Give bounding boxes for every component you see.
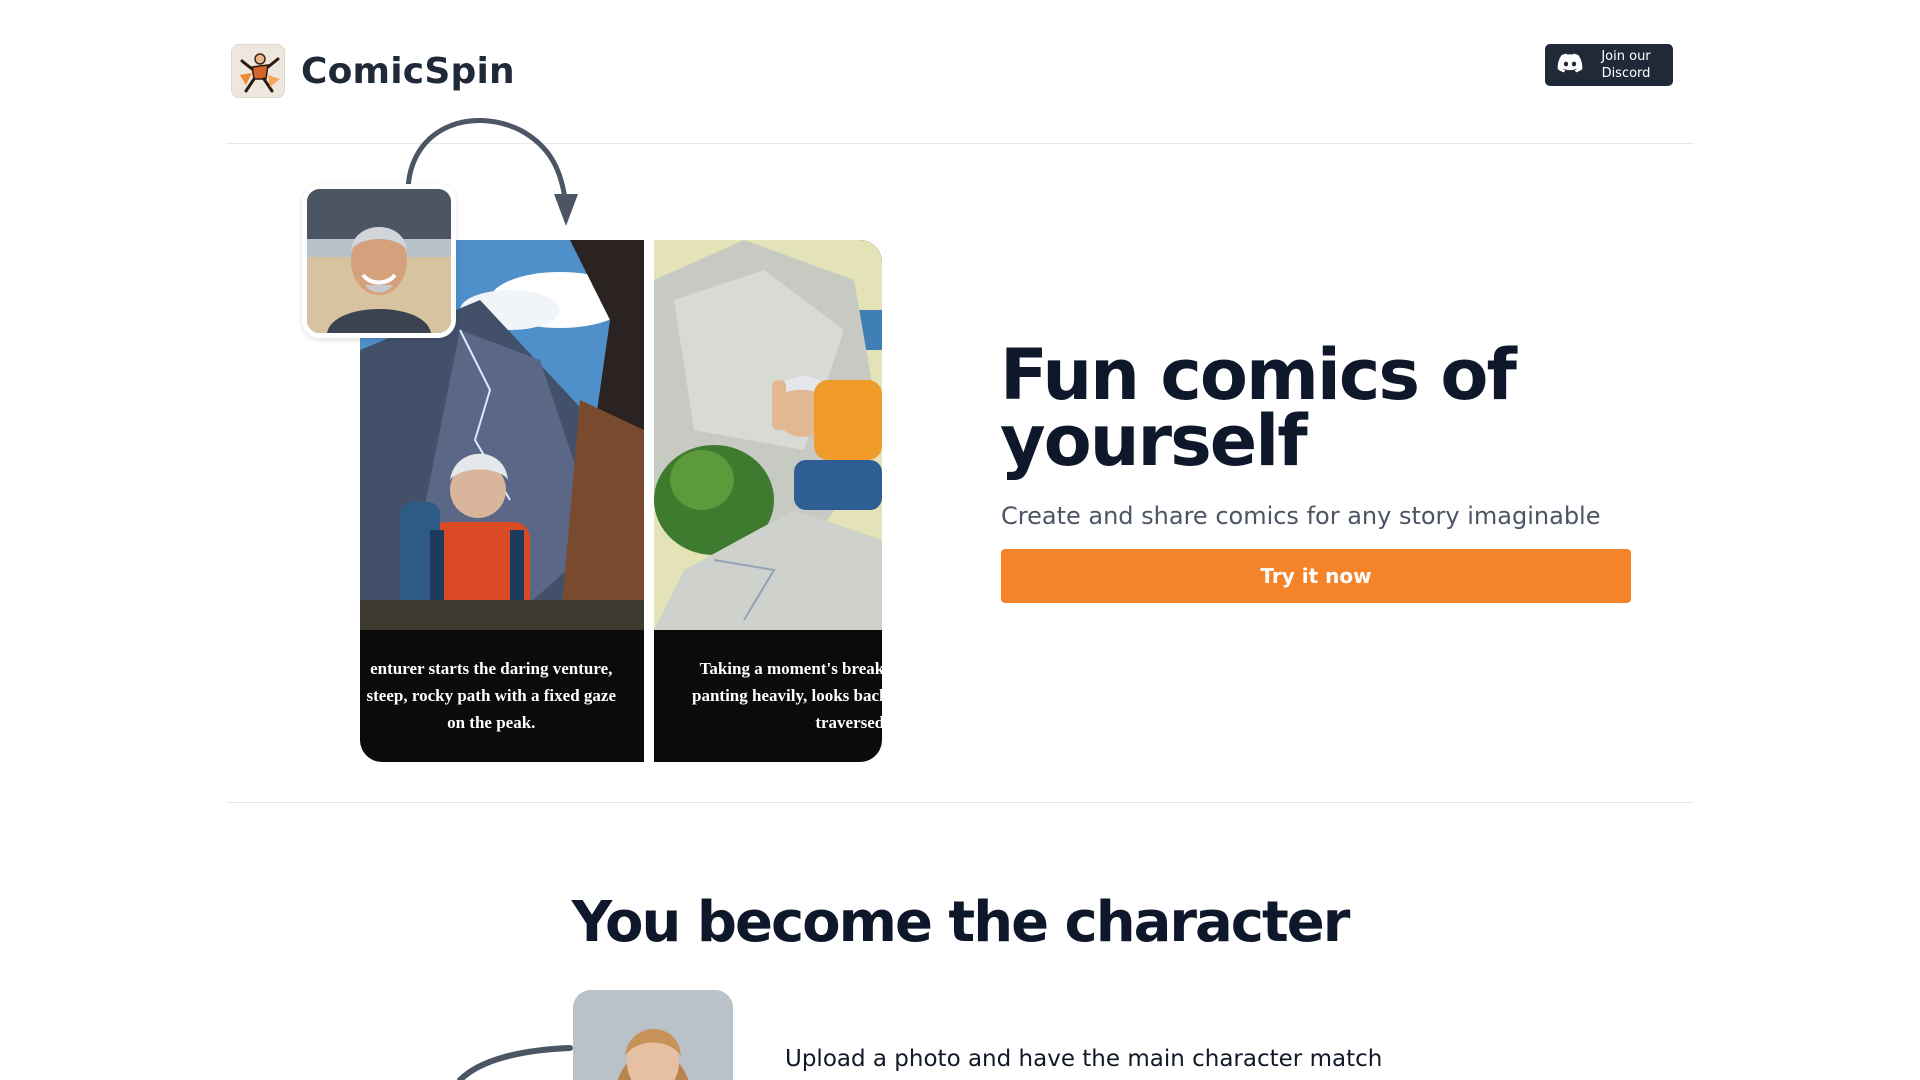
hero-title: Fun comics of yourself xyxy=(1000,340,1520,476)
panel-2-caption: Taking a moment's break, panting heavily… xyxy=(654,628,882,762)
hero-title-line2: yourself xyxy=(1000,400,1308,482)
panel-1-caption: enturer starts the daring venture, steep… xyxy=(360,628,644,762)
panel-2-caption-line2: panting heavily, looks back xyxy=(692,685,882,705)
brand[interactable]: ComicSpin xyxy=(231,44,515,98)
hero-comic-illustration: enturer starts the daring venture, steep… xyxy=(300,108,900,768)
sample-face-photo xyxy=(573,990,733,1080)
comic-resting-scene-image xyxy=(654,240,882,630)
curved-arrow-icon-2 xyxy=(457,1045,573,1080)
comic-hero-logo[interactable] xyxy=(231,44,285,98)
try-it-now-button[interactable]: Try it now xyxy=(1001,549,1631,603)
discord-icon xyxy=(1557,53,1583,77)
panel-1-caption-line3: on the peak. xyxy=(447,712,536,732)
panel-1-caption-line2: steep, rocky path with a fixed gaze xyxy=(366,685,616,705)
brand-name: ComicSpin xyxy=(301,50,515,92)
discord-label-line1: Join our xyxy=(1601,49,1651,64)
join-discord-button[interactable]: Join our Discord xyxy=(1545,44,1673,86)
hero-divider xyxy=(226,802,1694,803)
user-photo-thumbnail xyxy=(302,184,456,338)
discord-label-line2: Discord xyxy=(1601,66,1651,81)
comic-panel-2: Taking a moment's break, panting heavily… xyxy=(654,240,882,762)
section-title: You become the character xyxy=(571,890,1351,955)
panel-1-caption-line1: enturer starts the daring venture, xyxy=(370,658,613,678)
section-description: Upload a photo and have the main charact… xyxy=(785,1046,1383,1072)
discord-button-label: Join our Discord xyxy=(1593,48,1659,82)
panel-2-caption-line1: Taking a moment's break, xyxy=(699,658,882,678)
panel-2-caption-line3: traversed. xyxy=(815,712,882,732)
hero-subtitle: Create and share comics for any story im… xyxy=(1001,502,1601,530)
top-navigation: ComicSpin Join our Discord xyxy=(226,40,1694,104)
